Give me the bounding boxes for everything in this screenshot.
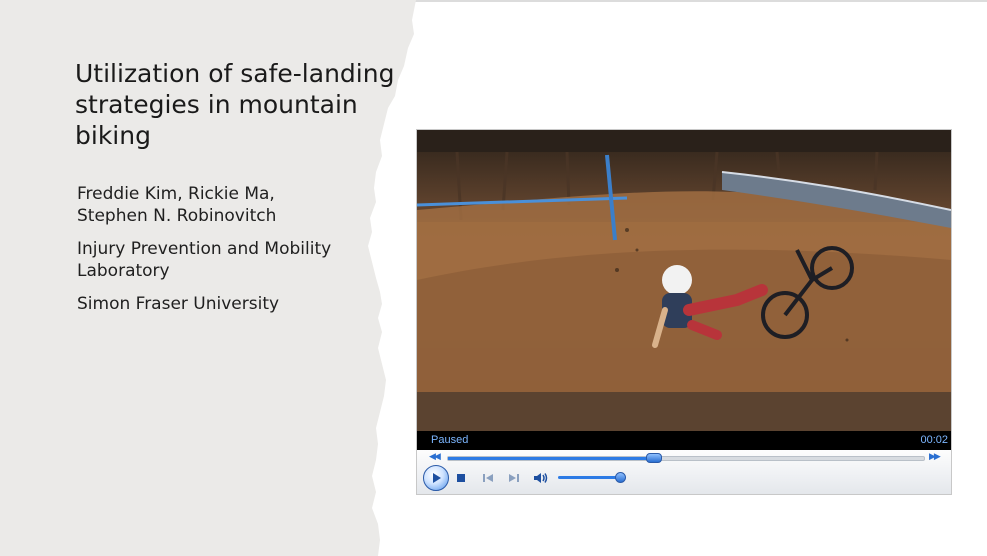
play-icon [433, 473, 441, 483]
seek-thumb[interactable] [645, 453, 662, 463]
authors: Freddie Kim, Rickie Ma, Stephen N. Robin… [77, 183, 377, 227]
mute-button[interactable] [532, 470, 550, 486]
elapsed-time: 00:02 [920, 434, 948, 446]
stop-icon [457, 474, 465, 482]
previous-button[interactable] [481, 471, 495, 485]
play-button[interactable] [423, 465, 449, 491]
authors-line-1: Freddie Kim, Rickie Ma, [77, 184, 275, 204]
fast-forward-icon[interactable]: ▶▶ [929, 451, 941, 462]
slide: Utilization of safe-landing strategies i… [0, 0, 987, 556]
seek-bar[interactable] [447, 453, 925, 463]
previous-track-icon [483, 474, 493, 482]
slide-title: Utilization of safe-landing strategies i… [75, 59, 395, 150]
volume-slider[interactable] [558, 476, 620, 479]
lab-line-2: Laboratory [77, 261, 170, 281]
playback-status: Paused [431, 434, 469, 446]
status-bar: Paused 00:02 [417, 431, 951, 450]
next-button[interactable] [507, 471, 521, 485]
volume-thumb[interactable] [615, 472, 626, 483]
control-bar: ◀◀ ▶▶ [417, 450, 951, 494]
stop-button[interactable] [455, 472, 467, 484]
affiliation-lab: Injury Prevention and Mobility Laborator… [77, 238, 377, 282]
affiliation-university: Simon Fraser University [77, 294, 280, 314]
media-player[interactable]: Paused 00:02 ◀◀ ▶▶ [416, 129, 952, 495]
seek-progress [448, 457, 653, 460]
video-frame[interactable] [417, 130, 951, 431]
authors-line-2: Stephen N. Robinovitch [77, 206, 277, 226]
lab-line-1: Injury Prevention and Mobility [77, 239, 332, 259]
next-track-icon [509, 474, 519, 482]
speaker-icon [534, 473, 548, 483]
rewind-icon[interactable]: ◀◀ [429, 451, 441, 462]
video-still [417, 130, 951, 431]
